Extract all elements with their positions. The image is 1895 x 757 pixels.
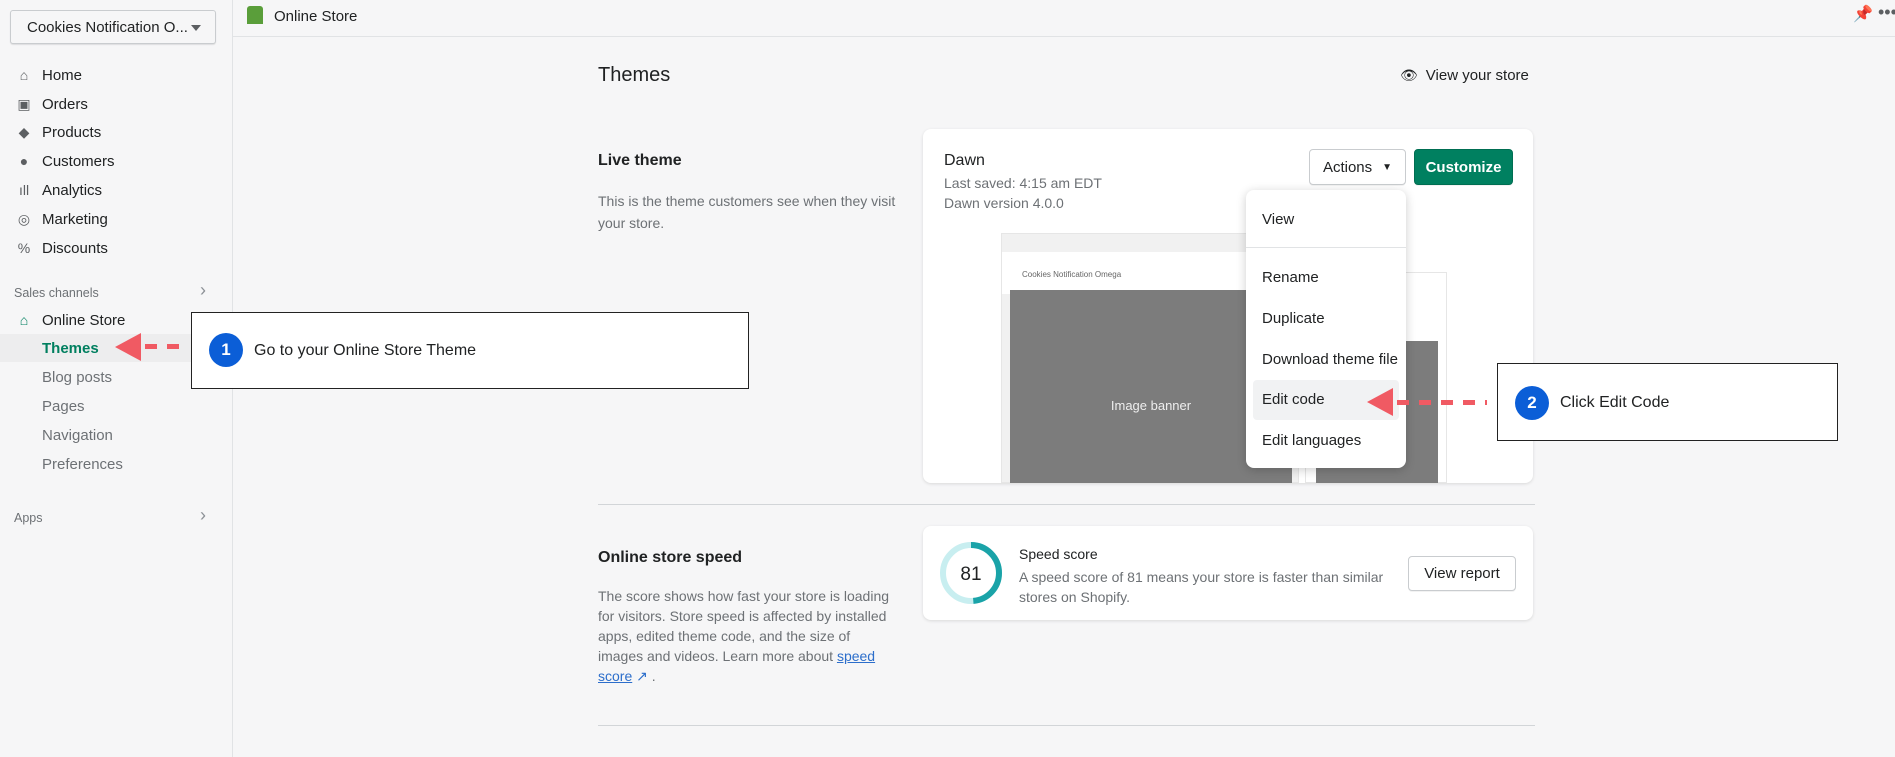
store-icon: ⌂ [19,312,29,328]
sidebar-item-preferences[interactable]: Preferences [42,456,123,473]
topbar-title: Online Store [274,8,358,25]
view-store-link[interactable]: 👁 View your store [1400,67,1529,84]
callout-step-1: 1 Go to your Online Store Theme [191,312,749,389]
sidebar-item-navigation[interactable]: Navigation [42,427,113,444]
apps-heading: Apps [14,511,43,525]
last-saved: Last saved: 4:15 am EDT [944,175,1102,191]
pin-icon[interactable]: 📌 [1853,4,1873,24]
callout-step-2: 2 Click Edit Code [1497,363,1838,441]
sidebar-item-customers[interactable]: ● Customers [16,148,115,174]
label: Online Store [42,311,126,329]
live-theme-description: This is the theme customers see when the… [598,193,896,231]
eye-icon: 👁 [1400,67,1418,83]
sidebar-item-home[interactable]: ⌂ Home [16,62,82,88]
label: Products [42,123,102,141]
theme-version: Dawn version 4.0.0 [944,195,1064,211]
menu-item-view[interactable]: View [1262,211,1294,228]
discount-icon: % [17,240,31,256]
label: Discounts [42,239,108,257]
callout-text: Click Edit Code [1560,394,1670,411]
top-bar: Online Store 📌 ••• [233,0,1895,37]
label: View your store [1425,67,1529,84]
speed-heading: Online store speed [598,549,743,566]
label: Marketing [42,210,108,228]
label: Analytics [42,181,103,199]
section-divider [598,504,1535,505]
chevron-right-icon[interactable]: › [200,505,206,526]
label: Customers [42,152,115,170]
sales-channels-heading: Sales channels [14,286,99,300]
menu-item-duplicate[interactable]: Duplicate [1262,310,1325,327]
arrow-dash [1397,400,1487,405]
more-icon[interactable]: ••• [1878,2,1895,23]
sidebar-item-discounts[interactable]: % Discounts [16,235,108,261]
orders-icon: ▣ [17,96,31,112]
speed-gauge: 81 [940,542,1002,604]
menu-item-edit-code[interactable]: Edit code [1262,391,1325,408]
sidebar-item-pages[interactable]: Pages [42,398,85,415]
target-icon: ◎ [17,211,31,227]
section-divider [598,725,1535,726]
score-value: 81 [960,564,981,585]
sidebar-item-products[interactable]: ◆ Products [16,119,102,145]
theme-name: Dawn [944,152,985,169]
store-selector[interactable]: Cookies Notification O... [10,10,216,44]
sidebar-item-analytics[interactable]: ıll Analytics [16,177,102,203]
sidebar-item-blog-posts[interactable]: Blog posts [42,369,112,386]
sidebar-item-themes[interactable]: Themes [42,340,99,357]
menu-item-rename[interactable]: Rename [1262,269,1319,286]
sidebar-item-online-store[interactable]: ⌂ Online Store [16,307,126,333]
label: Home [42,66,83,84]
actions-dropdown: View Rename Duplicate Download theme fil… [1246,190,1406,468]
caret-down-icon: ▼ [1382,161,1393,173]
arrow-dash [145,344,179,349]
callout-text: Go to your Online Store Theme [254,342,477,359]
chevron-right-icon[interactable]: › [200,280,206,301]
store-name: Cookies Notification O... [27,19,188,36]
arrow-head-icon [115,333,141,361]
arrow-head-icon [1367,388,1393,416]
sidebar-item-marketing[interactable]: ◎ Marketing [16,206,108,232]
speed-description: The score shows how fast your store is l… [598,586,893,686]
person-icon: ● [19,153,29,169]
page-title: Themes [598,64,671,86]
speed-card-text: A speed score of 81 means your store is … [1019,569,1384,605]
bar-chart-icon: ıll [18,182,30,198]
customize-button[interactable]: Customize [1414,149,1513,185]
live-theme-heading: Live theme [598,152,682,169]
menu-item-edit-languages[interactable]: Edit languages [1262,432,1361,449]
divider [1246,247,1406,248]
caret-down-icon [191,25,201,31]
label: Actions [1322,158,1373,176]
menu-item-download-theme-file[interactable]: Download theme file [1262,351,1398,368]
speed-card-title: Speed score [1019,546,1098,562]
online-store-logo-icon [247,6,263,24]
label: Orders [42,95,88,113]
actions-button[interactable]: Actions ▼ [1309,149,1406,185]
tag-icon: ◆ [18,124,30,140]
step-number: 1 [209,333,243,367]
view-report-button[interactable]: View report [1408,556,1516,591]
home-icon: ⌂ [19,67,29,83]
period: . [651,668,656,684]
step-number: 2 [1515,386,1549,420]
external-link-icon: ↗ [632,668,648,684]
sidebar-item-orders[interactable]: ▣ Orders [16,91,88,117]
